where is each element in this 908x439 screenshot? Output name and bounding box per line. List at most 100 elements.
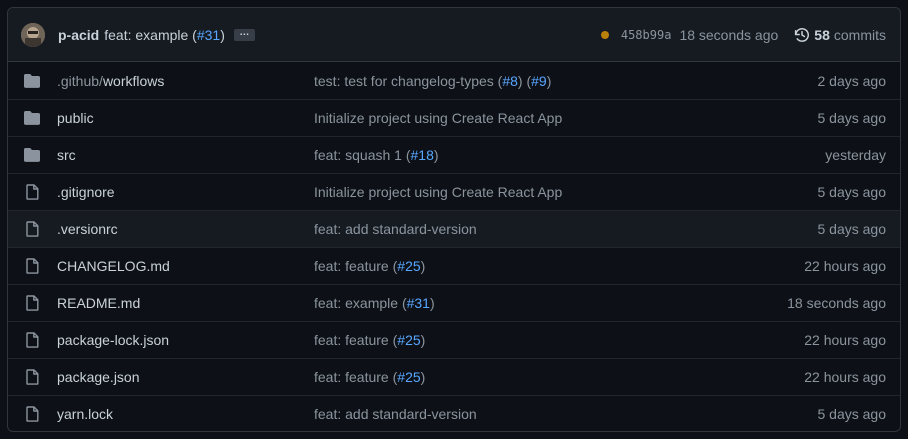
file-row[interactable]: CHANGELOG.md feat: feature (#25) 22 hours … [8,247,900,284]
file-row[interactable]: .gitignore Initialize project using Creat… [8,173,900,210]
file-commit-message[interactable]: feat: feature (#25) [314,332,804,348]
folder-icon [24,110,40,126]
file-name[interactable]: .versionrc [57,221,118,237]
file-commit-message[interactable]: Initialize project using Create React Ap… [314,184,818,200]
file-age: 5 days ago [817,184,887,200]
file-name[interactable]: .gitignore [57,184,115,200]
file-commit-message[interactable]: feat: add standard-version [314,406,818,422]
commit-text[interactable]: ) [430,295,435,311]
pr-link[interactable]: #25 [397,369,420,385]
file-age: 22 hours ago [804,332,886,348]
file-commit-message[interactable]: test: test for changelog-types (#8) (#9) [314,73,818,89]
file-name[interactable]: src [57,147,76,163]
file-name-link[interactable]: CHANGELOG.md [57,258,314,274]
file-name-link[interactable]: .gitignore [57,184,314,200]
file-name-link[interactable]: README.md [57,295,314,311]
file-name[interactable]: README.md [57,295,140,311]
commit-text[interactable]: Initialize project using Create React Ap… [314,110,562,126]
file-icon [24,406,40,422]
pr-link[interactable]: #31 [407,295,430,311]
expand-message-button[interactable]: … [233,27,255,41]
file-age: 5 days ago [817,110,887,126]
file-commit-message[interactable]: feat: add standard-version [314,221,818,237]
file-icon [24,369,40,385]
file-name-link[interactable]: package.json [57,369,314,385]
file-commit-message[interactable]: feat: feature (#25) [314,258,804,274]
file-commit-message[interactable]: feat: example (#31) [314,295,787,311]
commit-text[interactable]: ) [421,332,426,348]
commit-text[interactable]: feat: example ( [314,295,407,311]
pr-link[interactable]: #9 [531,73,547,89]
file-age: yesterday [825,147,886,163]
latest-commit-bar: p-acid feat: example (#31) … 458b99a 18 … [8,8,900,62]
commit-text[interactable]: ) [434,147,439,163]
commit-text[interactable]: feat: squash 1 ( [314,147,411,163]
commit-sha[interactable]: 458b99a [621,28,672,42]
commit-text[interactable]: feat: add standard-version [314,221,477,237]
folder-icon [24,73,40,89]
file-name-link[interactable]: src [57,147,314,163]
commit-text[interactable]: feat: feature ( [314,258,397,274]
file-commit-message[interactable]: Initialize project using Create React Ap… [314,110,818,126]
file-name[interactable]: yarn.lock [57,406,113,422]
commit-history-link[interactable]: 58 commits [794,27,886,43]
commit-message-prefix[interactable]: feat: example ( [104,27,197,43]
commit-text[interactable]: ) [421,369,426,385]
file-row[interactable]: .versionrc feat: add standard-version 5 da… [8,210,900,247]
file-row[interactable]: package.json feat: feature (#25) 22 hours … [8,358,900,395]
status-dot-icon[interactable] [600,30,609,39]
commit-text[interactable]: ) [547,73,552,89]
pr-link[interactable]: #25 [397,332,420,348]
file-age: 22 hours ago [804,258,886,274]
commit-text[interactable]: test: test for changelog-types ( [314,73,502,89]
file-age: 22 hours ago [804,369,886,385]
commit-message[interactable]: feat: example (#31) [104,27,225,43]
commit-author[interactable]: p-acid [58,27,99,43]
file-browser: p-acid feat: example (#31) … 458b99a 18 … [7,7,901,432]
file-name[interactable]: workflows [103,73,164,89]
file-name[interactable]: package.json [57,369,140,385]
file-name[interactable]: public [57,110,94,126]
file-age: 5 days ago [817,406,887,422]
file-row[interactable]: public Initialize project using Create Re… [8,99,900,136]
file-row[interactable]: package-lock.json feat: feature (#25) 22 h… [8,321,900,358]
commit-text[interactable]: Initialize project using Create React Ap… [314,184,562,200]
history-icon [795,27,810,42]
file-name-parent[interactable]: .github/ [57,73,103,89]
file-name-link[interactable]: .github/workflows [57,73,314,89]
file-name-link[interactable]: public [57,110,314,126]
commit-text[interactable]: feat: add standard-version [314,406,477,422]
file-row[interactable]: README.md feat: example (#31) 18 seconds a… [8,284,900,321]
file-icon [24,258,40,274]
file-name[interactable]: package-lock.json [57,332,169,348]
pr-link[interactable]: #25 [397,258,420,274]
file-row[interactable]: .github/workflows test: test for changelo… [8,62,900,99]
file-commit-message[interactable]: feat: squash 1 (#18) [314,147,825,163]
file-row[interactable]: src feat: squash 1 (#18) yesterday [8,136,900,173]
file-age: 18 seconds ago [787,295,886,311]
commit-text[interactable]: feat: feature ( [314,332,397,348]
file-icon [24,295,40,311]
commit-count-label: commits [833,26,886,43]
commit-text[interactable]: ) [421,258,426,274]
file-commit-message[interactable]: feat: feature (#25) [314,369,804,385]
file-icon [24,221,40,237]
pr-link[interactable]: #8 [502,73,518,89]
file-name[interactable]: CHANGELOG.md [57,258,170,274]
file-name-link[interactable]: package-lock.json [57,332,314,348]
avatar[interactable] [21,22,45,47]
file-name-link[interactable]: .versionrc [57,221,314,237]
file-icon [24,332,40,348]
file-list: .github/workflows test: test for changelo… [8,62,900,431]
file-row[interactable]: yarn.lock feat: add standard-version 5 day… [8,395,900,431]
commit-text[interactable]: feat: feature ( [314,369,397,385]
commit-text[interactable]: ) ( [518,73,531,89]
pr-link[interactable]: #18 [411,147,434,163]
commit-time[interactable]: 18 seconds ago [679,27,778,43]
commit-message-suffix[interactable]: ) [220,27,225,43]
file-name-link[interactable]: yarn.lock [57,406,314,422]
commit-count: 58 [814,26,830,43]
file-age: 2 days ago [817,72,887,89]
folder-icon [24,147,40,163]
commit-pr-link[interactable]: #31 [197,27,220,43]
